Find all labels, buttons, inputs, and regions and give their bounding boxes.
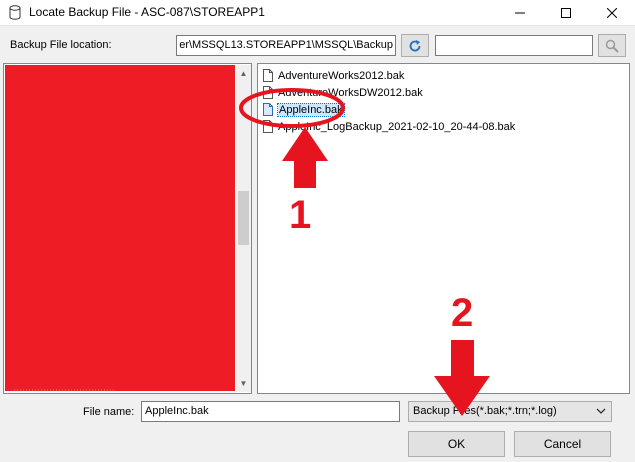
file-name: AppleInc.bak	[277, 102, 345, 117]
file-row[interactable]: AdventureWorks2012.bak	[263, 67, 404, 84]
file-type-value: Backup Files(*.bak;*.trn;*.log)	[413, 405, 557, 417]
search-input[interactable]	[435, 35, 593, 56]
tree-scrollbar[interactable]: ▲ ▼	[236, 65, 251, 392]
backup-location-input[interactable]: er\MSSQL13.STOREAPP1\MSSQL\Backup	[176, 35, 396, 56]
minimize-icon	[515, 12, 525, 14]
scroll-down-icon[interactable]: ▼	[236, 375, 251, 392]
file-type-select[interactable]: Backup Files(*.bak;*.trn;*.log)	[408, 401, 612, 422]
step-1-label: 1	[289, 193, 312, 237]
maximize-icon	[561, 8, 571, 18]
chevron-down-icon	[596, 408, 606, 414]
minimize-button[interactable]	[497, 0, 543, 26]
tree-connector-lines	[14, 389, 114, 391]
redacted-area	[5, 65, 235, 391]
backup-location-value: er\MSSQL13.STOREAPP1\MSSQL\Backup	[179, 39, 393, 51]
file-row-selected[interactable]: AppleInc.bak	[263, 101, 345, 118]
file-icon	[263, 103, 273, 116]
search-icon	[605, 39, 619, 53]
refresh-icon	[409, 39, 421, 51]
folder-tree[interactable]: ▲ ▼	[3, 63, 252, 394]
window-title: Locate Backup File - ASC-087\STOREAPP1	[29, 5, 265, 19]
file-list[interactable]: AdventureWorks2012.bak AdventureWorksDW2…	[257, 63, 630, 394]
file-icon	[263, 120, 273, 133]
scroll-up-icon[interactable]: ▲	[236, 65, 251, 82]
ok-button[interactable]: OK	[408, 431, 505, 457]
scroll-thumb[interactable]	[238, 191, 249, 245]
search-button[interactable]	[598, 34, 626, 57]
close-icon	[607, 8, 617, 18]
file-row[interactable]: AdventureWorksDW2012.bak	[263, 84, 423, 101]
file-name: AdventureWorks2012.bak	[278, 69, 405, 82]
refresh-button[interactable]	[401, 34, 429, 57]
database-icon	[9, 5, 21, 20]
cancel-button[interactable]: Cancel	[514, 431, 611, 457]
maximize-button[interactable]	[543, 0, 589, 26]
file-icon	[263, 86, 273, 99]
close-button[interactable]	[589, 0, 635, 26]
step-2-label: 2	[451, 291, 474, 335]
title-bar: Locate Backup File - ASC-087\STOREAPP1	[0, 0, 635, 26]
file-name: AppleInc_LogBackup_2021-02-10_20-44-08.b…	[278, 120, 516, 133]
file-icon	[263, 69, 273, 82]
file-name-label: File name:	[83, 406, 135, 418]
backup-location-label: Backup File location:	[10, 39, 112, 51]
file-name: AdventureWorksDW2012.bak	[278, 86, 423, 99]
file-name-input[interactable]: AppleInc.bak	[141, 401, 400, 422]
file-row[interactable]: AppleInc_LogBackup_2021-02-10_20-44-08.b…	[263, 118, 515, 135]
